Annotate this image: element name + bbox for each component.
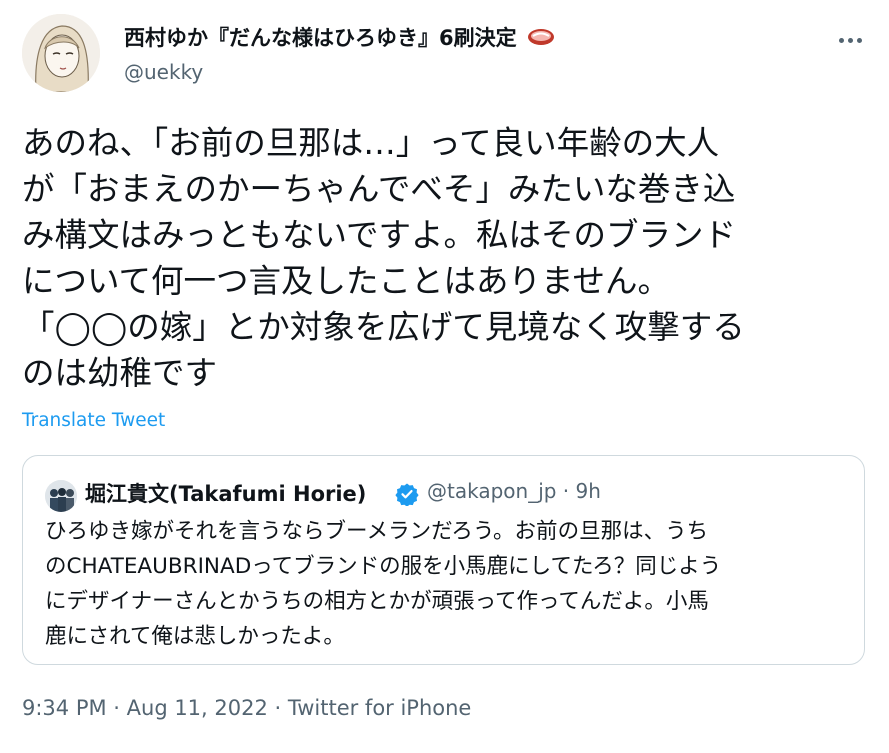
author-name-text: 西村ゆか『だんな様はひろゆき』6刷決定 [124, 26, 517, 50]
tweet-line: 「◯◯の嫁」とか対象を広げて見境なく攻撃する [22, 308, 745, 346]
meat-emoji [526, 27, 556, 52]
tweet-text: あのね、「お前の旦那は…」って良い年齢の大人 が「おまえのかーちゃんでべそ」みた… [22, 120, 862, 396]
tweet-line: み構文はみっともないですよ。私はそのブランド [22, 216, 737, 254]
quoted-text: ひろゆき嫁がそれを言うならブーメランだろう。お前の旦那は、うち のCHATEAU… [45, 514, 845, 654]
tweet-line: が「おまえのかーちゃんでべそ」みたいな巻き込 [22, 170, 736, 208]
group-photo-icon [45, 480, 77, 512]
tweet-timestamp[interactable]: 9:34 PM · Aug 11, 2022 · Twitter for iPh… [22, 696, 471, 720]
author-name[interactable]: 西村ゆか『だんな様はひろゆき』6刷決定 [124, 22, 556, 52]
author-avatar[interactable] [22, 14, 100, 92]
tweet-line: あのね、「お前の旦那は…」って良い年齢の大人 [22, 124, 720, 162]
author-handle[interactable]: @uekky [124, 60, 203, 84]
tweet-line: のは幼稚です [22, 354, 218, 392]
more-options-icon[interactable] [836, 30, 866, 50]
avatar-illustration [22, 14, 100, 92]
quoted-author-avatar [45, 480, 77, 512]
quoted-line: ひろゆき嫁がそれを言うならブーメランだろう。お前の旦那は、うち [45, 519, 709, 544]
tweet-line: について何一つ言及したことはありません。 [22, 262, 671, 300]
verified-badge-icon [395, 483, 419, 506]
quoted-line: にデザイナーさんとかうちの相方とかが頑張って作ってんだよ。小馬 [45, 589, 709, 614]
quoted-author-name: 堀江貴文(Takafumi Horie) [85, 482, 367, 506]
quoted-line: 鹿にされて俺は悲しかったよ。 [45, 624, 345, 649]
quoted-handle-time: @takapon_jp · 9h [427, 479, 601, 503]
quoted-line: のCHATEAUBRINADってブランドの服を小馬鹿にしてたろ？同じよう [45, 554, 722, 579]
quoted-tweet[interactable]: 堀江貴文(Takafumi Horie) @takapon_jp · 9h ひろ… [22, 455, 865, 665]
translate-tweet-link[interactable]: Translate Tweet [22, 410, 165, 431]
